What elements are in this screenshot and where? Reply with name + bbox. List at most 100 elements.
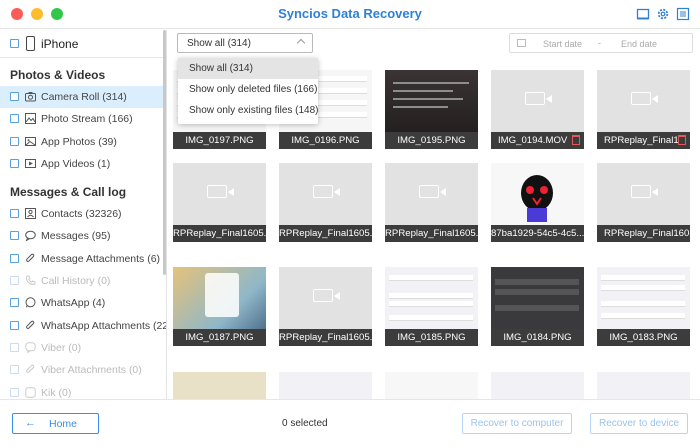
recover-to-computer-button[interactable]: Recover to computer [462, 413, 572, 434]
thumbnail-image [597, 267, 690, 329]
thumbnail[interactable]: RPReplay_Final1605... [173, 163, 266, 242]
sidebar-item-messages[interactable]: Messages (95) [0, 225, 166, 247]
thumbnail-caption: RPReplay_Final1 [597, 132, 690, 149]
video-camera-icon [631, 185, 658, 198]
thumbnail[interactable]: 87ba1929-54c5-4c5... [491, 163, 584, 242]
sidebar-item-label: Message Attachments (6) [41, 252, 161, 265]
checkbox[interactable] [10, 320, 19, 330]
thumbnail-caption: 87ba1929-54c5-4c5... [491, 225, 584, 242]
menu-item-show-all[interactable]: Show all (314) [178, 58, 318, 79]
whatsapp-icon [25, 297, 36, 308]
home-button[interactable]: ← Home [12, 413, 99, 434]
thumbnail-image [385, 267, 478, 329]
device-name: iPhone [41, 37, 79, 51]
checkbox[interactable] [10, 92, 19, 101]
device-checkbox[interactable] [10, 39, 19, 48]
sidebar-item-label: App Videos (1) [41, 157, 111, 170]
paperclip-icon [25, 253, 36, 264]
thumbnail-caption: IMG_0183.PNG [597, 329, 690, 346]
sidebar: iPhone Photos & Videos Camera Roll (314)… [0, 30, 167, 399]
sidebar-item-viber[interactable]: Viber (0) [0, 337, 166, 359]
thumbnail[interactable] [173, 372, 266, 399]
sidebar-item-label: Photo Stream (166) [41, 113, 133, 126]
trash-icon [572, 135, 580, 145]
sidebar-item-app-photos[interactable]: App Photos (39) [0, 131, 166, 153]
sidebar-item-whatsapp[interactable]: WhatsApp (4) [0, 292, 166, 314]
start-date-input[interactable]: Start date [543, 39, 582, 49]
thumbnail[interactable]: IMG_0194.MOV [491, 70, 584, 149]
sidebar-item-viber-attachments[interactable]: Viber Attachments (0) [0, 359, 166, 381]
viber-icon [25, 342, 36, 354]
menu-icon[interactable] [676, 7, 690, 21]
thumbnail[interactable]: RPReplay_Final1605... [385, 163, 478, 242]
menu-item-show-existing[interactable]: Show only existing files (148) [178, 100, 319, 121]
thumbnail[interactable]: IMG_0183.PNG [597, 267, 690, 346]
checkbox[interactable] [10, 387, 19, 397]
section-title: Photos & Videos [10, 68, 106, 82]
thumbnail[interactable]: RPReplay_Final1605 [597, 163, 690, 242]
trash-icon [678, 135, 686, 145]
checkbox[interactable] [10, 365, 19, 375]
thumbnail-caption: IMG_0185.PNG [385, 329, 478, 346]
date-range-picker[interactable]: Start date - End date [509, 33, 693, 53]
row-graphic [389, 275, 473, 281]
filter-select[interactable]: Show all (314) [177, 33, 313, 53]
thumbnail[interactable]: RPReplay_Final1605... [279, 267, 372, 346]
thumbnail[interactable]: IMG_0187.PNG [173, 267, 266, 346]
thumbnail[interactable] [491, 372, 584, 399]
sidebar-item-label: App Photos (39) [41, 135, 117, 148]
filter-value: Show all (314) [187, 38, 251, 49]
checkbox[interactable] [10, 276, 19, 286]
row-graphic [601, 313, 685, 319]
camera-icon [25, 91, 36, 102]
sidebar-item-whatsapp-attachments[interactable]: WhatsApp Attachments (22) [0, 315, 166, 337]
checkbox[interactable] [10, 253, 19, 263]
gear-icon[interactable] [656, 7, 670, 21]
checkbox[interactable] [10, 136, 19, 146]
checkbox[interactable] [10, 158, 19, 168]
checkbox[interactable] [10, 342, 19, 352]
checkbox[interactable] [10, 114, 19, 124]
image-icon [25, 136, 36, 147]
device-row[interactable]: iPhone [0, 30, 166, 58]
sidebar-item-photo-stream[interactable]: Photo Stream (166) [0, 108, 166, 130]
thumbnail[interactable]: RPReplay_Final1605... [279, 163, 372, 242]
thumbnail[interactable] [597, 372, 690, 399]
arrow-left-icon: ← [25, 417, 36, 429]
sidebar-item-call-history[interactable]: Call History (0) [0, 270, 166, 292]
thumbnail[interactable]: RPReplay_Final1 [597, 70, 690, 149]
thumbnail[interactable]: IMG_0195.PNG [385, 70, 478, 149]
video-camera-icon [525, 92, 552, 105]
sidebar-item-message-attachments[interactable]: Message Attachments (6) [0, 248, 166, 270]
kik-icon [25, 386, 36, 398]
video-camera-icon [313, 185, 340, 198]
thumbnail[interactable]: IMG_0184.PNG [491, 267, 584, 346]
thumbnail-image [173, 267, 266, 329]
sidebar-item-contacts[interactable]: Contacts (32326) [0, 203, 166, 225]
chevron-up-icon [296, 38, 306, 48]
thumbnail-caption: RPReplay_Final1605 [597, 225, 690, 242]
end-date-input[interactable]: End date [621, 39, 657, 49]
section-photos-videos: Photos & Videos [0, 58, 166, 86]
sidebar-item-camera-roll[interactable]: Camera Roll (314) [0, 86, 166, 109]
iphone-icon [26, 36, 35, 51]
thumbnail-caption: IMG_0194.MOV [491, 132, 584, 149]
mini-mode-icon[interactable] [636, 7, 650, 21]
thumbnail-caption: RPReplay_Final1605... [173, 225, 266, 242]
sidebar-item-label: Messages (95) [41, 230, 111, 243]
checkbox[interactable] [10, 298, 19, 308]
thumbnail[interactable] [279, 372, 372, 399]
thumbnail[interactable]: IMG_0185.PNG [385, 267, 478, 346]
recover-to-device-button[interactable]: Recover to device [590, 413, 688, 434]
checkbox[interactable] [10, 231, 19, 241]
sidebar-scrollbar[interactable] [163, 30, 166, 275]
thumbnail[interactable] [385, 372, 478, 399]
sidebar-item-app-videos[interactable]: App Videos (1) [0, 153, 166, 175]
thumbnail-caption: IMG_0195.PNG [385, 132, 478, 149]
row-graphic [601, 301, 685, 307]
sidebar-item-kik[interactable]: Kik (0) [0, 382, 166, 399]
checkbox[interactable] [10, 209, 19, 219]
section-title: Messages & Call log [10, 185, 127, 200]
photo-stream-icon [25, 113, 36, 125]
menu-item-show-deleted[interactable]: Show only deleted files (166) [178, 79, 318, 100]
